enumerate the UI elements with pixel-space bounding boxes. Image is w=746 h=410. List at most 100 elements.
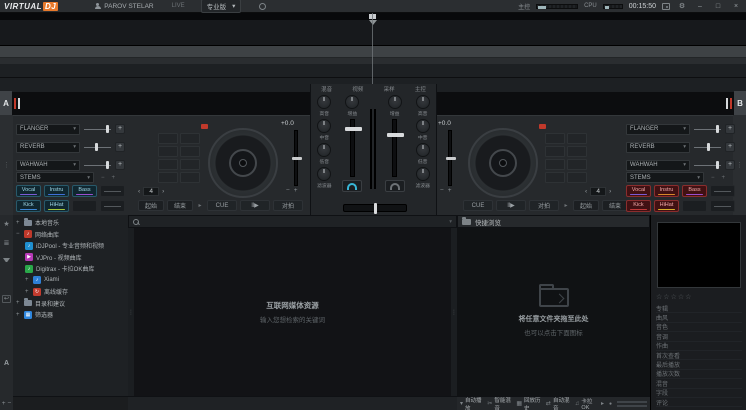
deck-b-fx1-add-button[interactable]: + bbox=[725, 124, 735, 134]
favorites-icon[interactable]: ★ bbox=[3, 220, 9, 228]
deck-b-pad[interactable] bbox=[567, 146, 587, 157]
mixer-tab[interactable]: 混音 bbox=[321, 85, 332, 93]
deck-b-stem-kick[interactable]: Kick bbox=[626, 200, 651, 212]
deck-b-pitch-fader[interactable] bbox=[448, 130, 452, 186]
font-size-button[interactable]: A bbox=[4, 360, 9, 367]
deck-a-stem-slot-slider[interactable] bbox=[100, 185, 125, 197]
deck-a-pfl-button[interactable] bbox=[342, 180, 362, 192]
deck-b-fx3-slider[interactable] bbox=[694, 161, 721, 170]
expander[interactable]: + bbox=[25, 289, 30, 295]
list-stack-icon[interactable]: ≣ bbox=[4, 239, 10, 247]
deck-b-pad[interactable] bbox=[567, 159, 587, 170]
slip-icon[interactable]: ▸ bbox=[196, 202, 204, 209]
deck-a-eq-low-knob[interactable] bbox=[317, 143, 331, 157]
status-circle-icon[interactable] bbox=[259, 3, 266, 10]
zoom-out-icon[interactable]: − bbox=[8, 400, 12, 407]
sidebar-item-filters[interactable]: + ▦ 筛选器 bbox=[13, 309, 128, 321]
zoom-in-icon[interactable]: + bbox=[2, 400, 6, 407]
stems-minus-icon[interactable]: − bbox=[101, 175, 105, 181]
deck-b-cue-button[interactable]: CUE bbox=[463, 200, 493, 211]
deck-b-fx3-add-button[interactable]: + bbox=[725, 160, 735, 170]
deck-b-jog-wheel[interactable] bbox=[468, 128, 538, 198]
deck-b-side-tab[interactable]: B bbox=[734, 91, 746, 115]
deck-a-eq-mid-knob[interactable] bbox=[317, 119, 331, 133]
online-media-panel[interactable]: 互联网媒体资源 输入您想检索的关键词 bbox=[134, 228, 451, 396]
rhythm-wave-deck-a[interactable] bbox=[12, 91, 310, 115]
expander[interactable]: + bbox=[16, 300, 21, 306]
deck-b-fx3-dropdown[interactable]: WAHWAH▾ bbox=[626, 160, 690, 171]
stems-minus-icon[interactable]: − bbox=[711, 175, 715, 181]
deck-a-side-tab[interactable]: A bbox=[0, 91, 12, 115]
automix-button[interactable]: ▾ 自动播放 bbox=[460, 396, 482, 410]
deck-a-fx1-slider[interactable] bbox=[84, 125, 111, 134]
deck-b-pad[interactable] bbox=[545, 146, 565, 157]
record-dot-icon[interactable]: ● bbox=[609, 401, 612, 407]
deck-a-pad[interactable] bbox=[180, 133, 200, 144]
deck-b-eq-mid-knob[interactable] bbox=[416, 119, 430, 133]
crossfader[interactable] bbox=[343, 204, 407, 212]
loop-increase-icon[interactable]: › bbox=[162, 188, 164, 195]
deck-b-gain-knob[interactable] bbox=[388, 95, 402, 109]
edition-dropdown[interactable]: 专业版 ▾ bbox=[201, 0, 242, 13]
sidebar-item-folders-suggestions[interactable]: + 目录和建议 bbox=[13, 298, 128, 310]
deck-a-pad[interactable] bbox=[180, 159, 200, 170]
deck-b-pad[interactable] bbox=[545, 133, 565, 144]
deck-a-stem-hihat[interactable]: HiHat bbox=[44, 200, 69, 212]
deck-b-loop-out-button[interactable]: 结束 bbox=[602, 200, 628, 211]
deck-a-pad[interactable] bbox=[180, 146, 200, 157]
deck-b-stem-bass[interactable]: Bass bbox=[682, 185, 707, 197]
deck-b-filter-knob[interactable] bbox=[416, 167, 430, 181]
pitch-plus-icon[interactable]: + bbox=[448, 187, 452, 194]
deck-b-stem-slot-slider[interactable] bbox=[710, 200, 735, 212]
filter-funnel-icon[interactable] bbox=[3, 258, 10, 262]
sidelist-icon[interactable]: ▸ bbox=[601, 400, 604, 407]
slip-icon[interactable]: ▸ bbox=[562, 202, 570, 209]
star-icon[interactable]: ☆ bbox=[663, 294, 670, 301]
deck-a-pad[interactable] bbox=[180, 172, 200, 183]
waveform-overview-strip[interactable] bbox=[0, 46, 746, 58]
deck-b-stem-vocal[interactable]: Vocal bbox=[626, 185, 651, 197]
deck-a-pad[interactable] bbox=[158, 133, 178, 144]
deck-a-stem-bass[interactable]: Bass bbox=[72, 185, 97, 197]
play-history-button[interactable]: ▦ 回放历史 bbox=[516, 396, 541, 410]
mixer-tab[interactable]: 采样 bbox=[384, 85, 395, 93]
deck-a-play-pause-button[interactable]: Ⅱ▶ bbox=[240, 200, 270, 211]
deck-a-fx3-slider[interactable] bbox=[84, 161, 111, 170]
deck-a-pad[interactable] bbox=[158, 172, 178, 183]
deck-b-stem-slot-slider[interactable] bbox=[710, 185, 735, 197]
expander[interactable]: + bbox=[16, 220, 21, 226]
loop-decrease-icon[interactable]: ‹ bbox=[138, 188, 140, 195]
deck-b-loop-in-button[interactable]: 起始 bbox=[573, 200, 599, 211]
deck-a-fx2-dropdown[interactable]: REVERB▾ bbox=[16, 142, 80, 153]
star-icon[interactable]: ☆ bbox=[671, 294, 678, 301]
loop-decrease-icon[interactable]: ‹ bbox=[585, 188, 587, 195]
record-icon[interactable] bbox=[662, 3, 670, 10]
deck-b-stem-instru[interactable]: Instru bbox=[654, 185, 679, 197]
deck-b-pad[interactable] bbox=[545, 172, 565, 183]
rhythm-wave-deck-b[interactable] bbox=[437, 91, 734, 115]
mixer-tab[interactable]: 主控 bbox=[415, 85, 426, 93]
deck-a-filter-knob[interactable] bbox=[317, 167, 331, 181]
search-bar[interactable]: ▾ bbox=[128, 215, 457, 228]
star-icon[interactable]: ☆ bbox=[685, 294, 692, 301]
deck-b-fx1-slider[interactable] bbox=[694, 125, 721, 134]
main-waveform-display[interactable] bbox=[0, 20, 746, 46]
deck-a-jog-wheel[interactable] bbox=[208, 128, 278, 198]
sidebar-item-online-library[interactable]: − ♪ 网络曲库 bbox=[13, 229, 128, 241]
back-button[interactable]: ↩ bbox=[2, 295, 11, 303]
deck-a-fx3-add-button[interactable]: + bbox=[115, 160, 125, 170]
deck-a-gain-knob[interactable] bbox=[345, 95, 359, 109]
pitch-plus-icon[interactable]: + bbox=[294, 187, 298, 194]
deck-a-stem-kick[interactable]: Kick bbox=[16, 200, 41, 212]
deck-b-fx2-add-button[interactable]: + bbox=[725, 142, 735, 152]
deck-a-fx1-dropdown[interactable]: FLANGER▾ bbox=[16, 124, 80, 135]
deck-b-fx2-slider[interactable] bbox=[694, 143, 721, 152]
close-button[interactable]: × bbox=[730, 3, 742, 10]
deck-a-fx3-dropdown[interactable]: WAHWAH▾ bbox=[16, 160, 80, 171]
minimize-button[interactable]: – bbox=[694, 3, 706, 10]
sidebar-item-xiami[interactable]: + ♪ Xiami bbox=[13, 275, 128, 287]
auto-mix-button[interactable]: ⇄ 自动混音 bbox=[546, 396, 570, 410]
pitch-minus-icon[interactable]: − bbox=[440, 187, 444, 194]
chevron-down-icon[interactable]: ▾ bbox=[449, 219, 452, 225]
deck-b-sync-button[interactable]: 对拍 bbox=[529, 200, 559, 211]
